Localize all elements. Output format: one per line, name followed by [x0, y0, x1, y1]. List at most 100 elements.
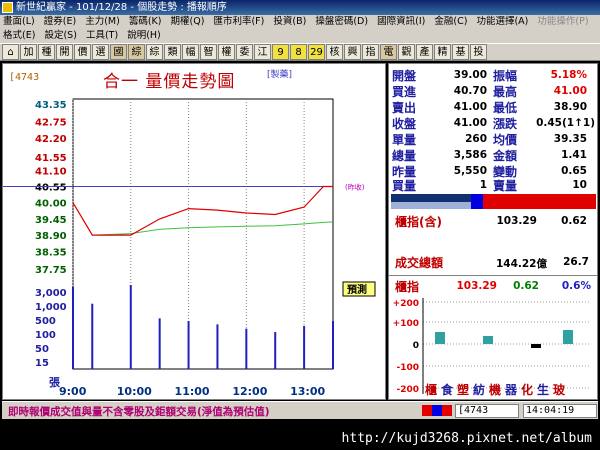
sector-label[interactable]: 塑: [457, 382, 469, 397]
sector-bar: [483, 336, 493, 344]
sector-axis-label: +100: [393, 319, 419, 329]
window-title: 新世紀贏家 - 101/12/28 - 個股走勢 : 播報順序: [16, 2, 227, 13]
sector-bar: [531, 344, 541, 348]
turnover-value: 144.22億: [495, 258, 547, 270]
sector-label[interactable]: 玻: [553, 382, 566, 397]
toolbar-button-10[interactable]: 幅: [182, 44, 199, 60]
toolbar-button-5[interactable]: 選: [92, 44, 109, 60]
sector-label[interactable]: 食: [440, 382, 454, 397]
toolbar-button-1[interactable]: 加: [20, 44, 37, 60]
industry-label: [製藥]: [267, 70, 293, 80]
buy-sell-ratio-bar: [391, 194, 596, 209]
menu-item-main[interactable]: 主力(M): [82, 15, 123, 29]
volume-bar: [332, 321, 334, 369]
toolbar-button-11[interactable]: 智: [200, 44, 217, 60]
price-tick-label: 38.35: [35, 247, 67, 258]
time-tick-label: 10:00: [117, 385, 152, 398]
menu-item-func-op[interactable]: 功能操作(P): [534, 15, 591, 29]
sector-label[interactable]: 櫃: [425, 382, 437, 397]
sector-label[interactable]: 生: [537, 382, 549, 397]
high-value: 41.00: [553, 85, 587, 97]
stock-code-label: [4743: [9, 72, 40, 83]
toolbar-button-24[interactable]: 精: [434, 44, 451, 60]
toolbar-button-21[interactable]: 電: [380, 44, 397, 60]
volume-bar: [187, 321, 190, 369]
menu-item-password[interactable]: 操盤密碼(D): [312, 15, 371, 29]
open-value: 39.00: [453, 69, 487, 81]
toolbar-button-14[interactable]: 江: [254, 44, 271, 60]
bid-value: 40.70: [453, 85, 487, 97]
ask-label: 賣出: [392, 101, 417, 115]
low-label: 最低: [493, 101, 518, 115]
menu-item-forex[interactable]: 匯市利率(F): [210, 15, 267, 29]
quote-panel: 開盤 39.00 振幅 5.18% 買進 40.70 最高 41.00 賣出 4…: [388, 63, 598, 400]
menu-item-invest[interactable]: 投資(B): [270, 15, 309, 29]
toolbar-button-17[interactable]: 29: [308, 44, 325, 60]
menu-item-settings[interactable]: 設定(S): [41, 29, 79, 43]
volume-tick-label: 50: [35, 344, 49, 355]
total-vol-label: 總量: [392, 149, 417, 163]
volume-bar: [216, 324, 219, 369]
time-tick-label: 13:00: [290, 385, 325, 398]
total-vol-value: 3,586: [453, 149, 487, 161]
toolbar-button-20[interactable]: 指: [362, 44, 379, 60]
status-stock-code[interactable]: [4743: [455, 404, 519, 418]
change-value: 0.45(1↑1): [536, 117, 595, 129]
otc-label: 櫃指: [395, 280, 420, 294]
open-label: 開盤: [392, 69, 417, 83]
price-tick-label: 41.55: [35, 153, 67, 164]
toolbar: ⌂ 加種開價選國綜綜類幅智權委江 9 8 29 核興指電觀產精基投: [0, 43, 600, 61]
status-message: 即時報價成交值與量不含零股及鉅額交易(淨值為預估值): [8, 406, 270, 418]
toolbar-button-7[interactable]: 綜: [128, 44, 145, 60]
unit-vol-value: 260: [465, 133, 487, 145]
toolbar-button-9[interactable]: 類: [164, 44, 181, 60]
toolbar-button-6[interactable]: 國: [110, 44, 127, 60]
status-bar: 即時報價成交值與量不含零股及鉅額交易(淨值為預估值) [4743 14:04:1…: [2, 401, 598, 419]
time-tick-label: 11:00: [175, 385, 210, 398]
buy-qty-label: 買量: [392, 179, 417, 193]
menu-item-intl[interactable]: 國際資訊(I): [374, 15, 428, 29]
toolbar-button-18[interactable]: 核: [326, 44, 343, 60]
menu-item-format[interactable]: 格式(E): [0, 29, 38, 43]
price-tick-label: 43.35: [35, 100, 67, 111]
menu-item-screen[interactable]: 畫面(L): [0, 15, 38, 29]
reference-label: (昨收): [345, 183, 365, 192]
sector-label[interactable]: 紡: [473, 382, 485, 397]
toolbar-button-15[interactable]: 9: [272, 44, 289, 60]
volume-bar: [245, 328, 248, 369]
toolbar-button-23[interactable]: 產: [416, 44, 433, 60]
toolbar-button-26[interactable]: 投: [470, 44, 487, 60]
toolbar-button-8[interactable]: 綜: [146, 44, 163, 60]
toolbar-button-16[interactable]: 8: [290, 44, 307, 60]
amplitude-value: 5.18%: [550, 69, 587, 81]
menu-item-help[interactable]: 說明(H): [124, 29, 164, 43]
volume-bar: [91, 303, 94, 369]
sector-label[interactable]: 化: [521, 382, 533, 397]
toolbar-button-2[interactable]: 種: [38, 44, 55, 60]
toolbar-button-19[interactable]: 興: [344, 44, 361, 60]
toolbar-button-4[interactable]: 價: [74, 44, 91, 60]
sector-axis-label: -100: [396, 363, 419, 373]
sector-label[interactable]: 器: [504, 383, 518, 397]
menu-item-securities[interactable]: 證券(E): [41, 15, 79, 29]
sector-label[interactable]: 機: [489, 382, 501, 397]
toolbar-button-22[interactable]: 觀: [398, 44, 415, 60]
high-label: 最高: [493, 85, 518, 99]
toolbar-button-3[interactable]: 開: [56, 44, 73, 60]
price-tick-label: 42.20: [35, 134, 67, 145]
menu-item-func-select[interactable]: 功能選擇(A): [473, 15, 531, 29]
toolbar-button-25[interactable]: 基: [452, 44, 469, 60]
menu-item-options[interactable]: 期權(Q): [168, 15, 208, 29]
sector-axis-label: 0: [413, 341, 419, 351]
menu-item-chips[interactable]: 籌碼(K): [126, 15, 165, 29]
otc-percent: 0.6%: [561, 280, 591, 292]
menu-item-tools[interactable]: 工具(T): [83, 29, 121, 43]
app-icon: [2, 2, 13, 13]
toolbar-button-13[interactable]: 委: [236, 44, 253, 60]
watermark-bar: http://kujd3268.pixnet.net/album: [0, 428, 600, 450]
menu-item-finance[interactable]: 金融(C): [431, 15, 470, 29]
toolbar-button-12[interactable]: 權: [218, 44, 235, 60]
sell-qty-label: 賣量: [493, 179, 518, 193]
toolbar-button-0[interactable]: ⌂: [2, 44, 19, 60]
volume-tick-label: 15: [35, 358, 49, 369]
